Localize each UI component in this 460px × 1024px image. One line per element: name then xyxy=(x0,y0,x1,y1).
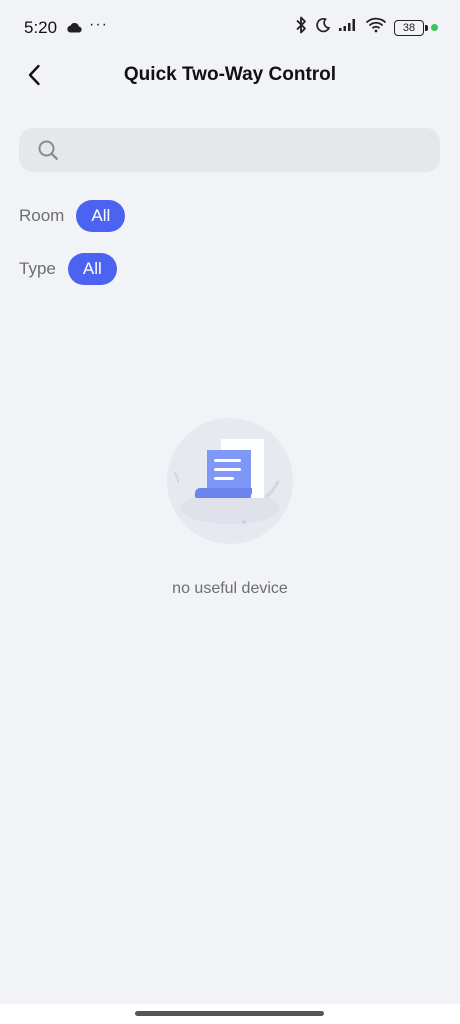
page-title: Quick Two-Way Control xyxy=(123,64,337,85)
type-filter-all-chip[interactable]: All xyxy=(67,253,117,285)
empty-state-message: no useful device xyxy=(172,580,288,597)
status-time: 5:20 xyxy=(24,18,58,37)
type-filter-row: Type All xyxy=(19,253,117,285)
header: Quick Two-Way Control xyxy=(0,50,460,98)
moon-icon xyxy=(315,17,331,38)
document-empty-icon xyxy=(167,418,293,544)
room-filter-row: Room All xyxy=(19,200,126,232)
bluetooth-icon xyxy=(294,16,308,39)
privacy-indicator-dot xyxy=(431,24,438,31)
room-filter-label: Room xyxy=(19,206,65,225)
search-input[interactable] xyxy=(69,127,440,173)
battery-level: 38 xyxy=(402,21,416,34)
status-bar: 5:20 ··· 38 xyxy=(0,0,460,56)
home-indicator[interactable] xyxy=(135,1011,324,1016)
signal-icon xyxy=(338,18,358,37)
battery-icon: 38 xyxy=(394,19,428,36)
search-icon xyxy=(38,140,58,160)
empty-state: no useful device xyxy=(0,418,460,598)
type-filter-label: Type xyxy=(19,259,56,278)
wifi-icon xyxy=(365,17,387,38)
more-notifications-icon: ··· xyxy=(89,16,108,33)
search-bar[interactable] xyxy=(19,127,440,173)
room-filter-all-chip[interactable]: All xyxy=(76,200,126,232)
cloud-icon xyxy=(66,20,82,38)
